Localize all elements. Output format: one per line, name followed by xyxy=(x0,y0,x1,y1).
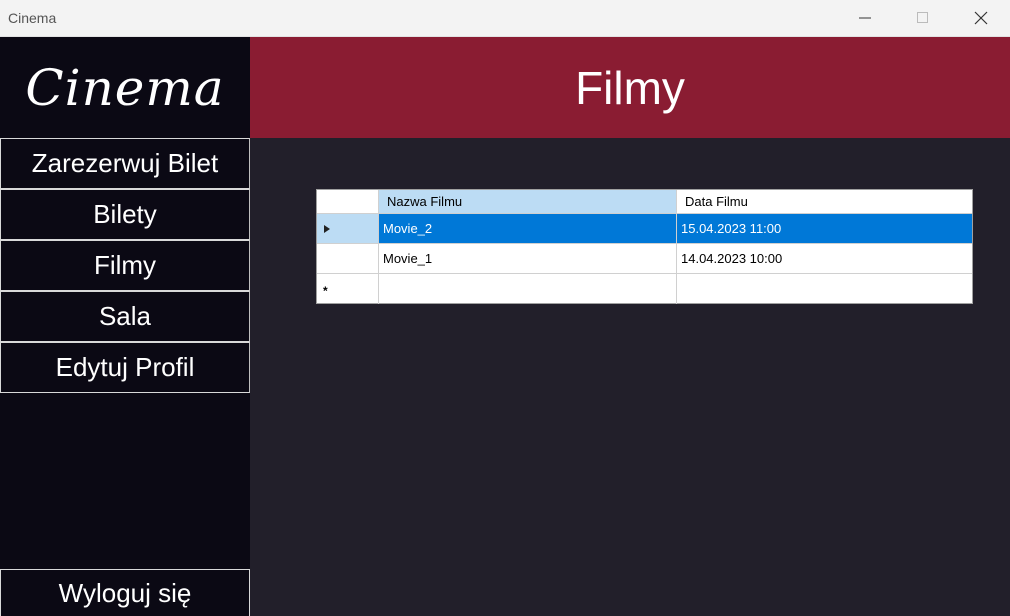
app-logo: Cinema xyxy=(25,58,225,117)
page-title: Filmy xyxy=(575,61,685,114)
new-row-header[interactable]: * xyxy=(317,274,379,304)
nav-zarezerwuj-bilet-button[interactable]: Zarezerwuj Bilet xyxy=(0,138,250,189)
minimize-button[interactable] xyxy=(836,0,894,36)
grid-cell-nazwa[interactable]: Movie_2 xyxy=(379,214,677,244)
row-header-current[interactable] xyxy=(317,214,379,244)
column-header-nazwa-filmu[interactable]: Nazwa Filmu xyxy=(379,190,677,214)
page-header: Filmy xyxy=(250,37,1010,138)
movies-grid[interactable]: Nazwa Filmu Data Filmu Movie_2 15.04.202… xyxy=(316,189,973,304)
maximize-icon xyxy=(917,12,928,23)
title-bar: Cinema xyxy=(0,0,1010,37)
logout-button[interactable]: Wyloguj się xyxy=(0,569,250,616)
grid-cell-data[interactable]: 15.04.2023 11:00 xyxy=(677,214,972,244)
grid-cell-new-nazwa[interactable] xyxy=(379,274,677,304)
close-icon xyxy=(974,11,988,25)
grid-cell-data[interactable]: 14.04.2023 10:00 xyxy=(677,244,972,274)
current-row-arrow-icon xyxy=(324,224,330,233)
nav-bilety-button[interactable]: Bilety xyxy=(0,189,250,240)
minimize-icon xyxy=(859,17,871,19)
grid-cell-new-data[interactable] xyxy=(677,274,972,304)
row-header[interactable] xyxy=(317,244,379,274)
maximize-button[interactable] xyxy=(894,0,952,36)
grid-corner-header xyxy=(317,190,379,214)
nav-sala-button[interactable]: Sala xyxy=(0,291,250,342)
close-button[interactable] xyxy=(952,0,1010,36)
nav-edytuj-profil-button[interactable]: Edytuj Profil xyxy=(0,342,250,393)
grid-cell-nazwa[interactable]: Movie_1 xyxy=(379,244,677,274)
sidebar: Cinema Zarezerwuj Bilet Bilety Filmy Sal… xyxy=(0,37,250,616)
window-title: Cinema xyxy=(8,10,57,26)
new-row-icon: * xyxy=(323,284,328,298)
column-header-data-filmu[interactable]: Data Filmu xyxy=(677,190,972,214)
nav-filmy-button[interactable]: Filmy xyxy=(0,240,250,291)
